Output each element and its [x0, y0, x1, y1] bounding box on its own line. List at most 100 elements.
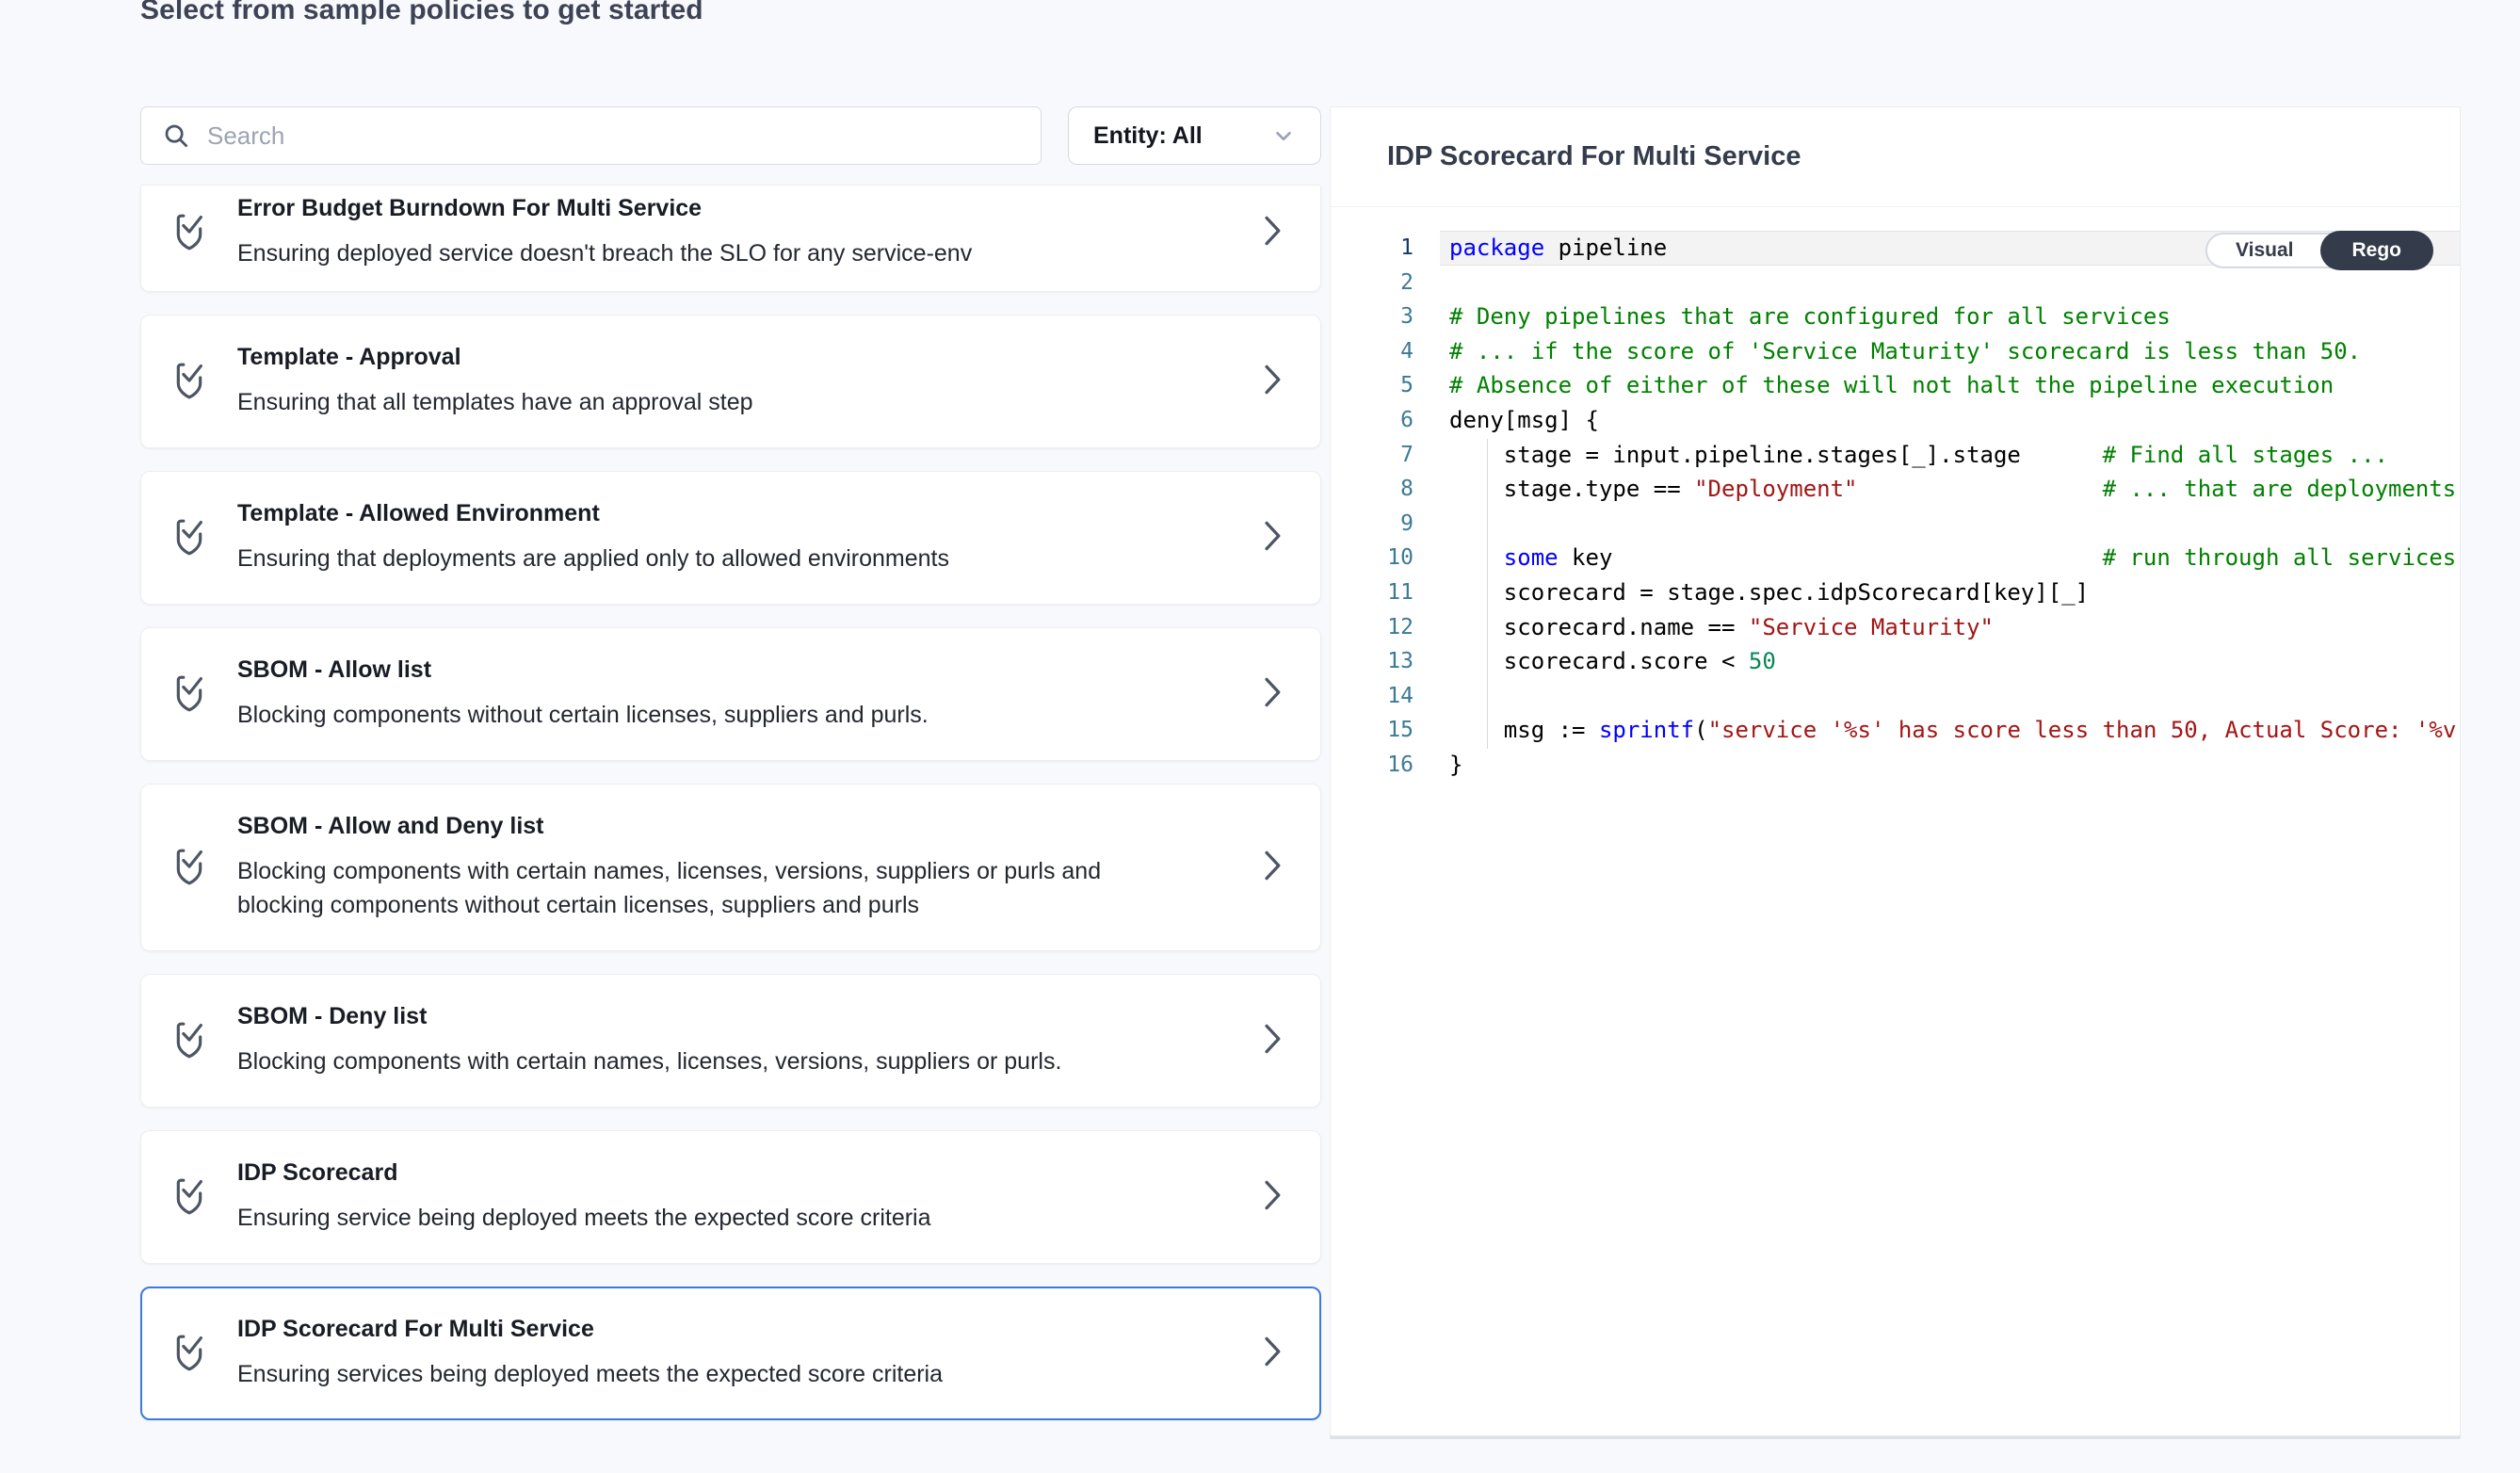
code-line-7: 7 stage = input.pipeline.stages[_].stage… — [1331, 438, 2460, 473]
code-line-14: 14 — [1331, 679, 2460, 714]
toggle-visual-button[interactable]: Visual — [2207, 235, 2321, 267]
policy-description: Ensuring services being deployed meets t… — [237, 1357, 1104, 1391]
policy-title: SBOM - Allow list — [237, 656, 1236, 684]
policy-title: Template - Approval — [237, 344, 1236, 371]
shield-check-icon — [171, 210, 237, 256]
code-line-3: 3# Deny pipelines that are configured fo… — [1331, 299, 2460, 334]
line-content: msg := sprintf("service '%s' has score l… — [1413, 713, 2460, 748]
code-line-15: 15 msg := sprintf("service '%s' has scor… — [1331, 713, 2460, 748]
policy-list: Error Budget Burndown For Multi Service … — [140, 185, 1321, 1420]
line-content: deny[msg] { — [1413, 403, 1599, 438]
shield-check-icon — [171, 1018, 237, 1064]
policy-description: Ensuring service being deployed meets th… — [237, 1201, 1104, 1235]
line-number: 16 — [1331, 748, 1413, 783]
chevron-right-icon[interactable] — [1260, 520, 1284, 557]
policy-browser: Entity: All Error Budget Burndown For Mu… — [140, 106, 1321, 1420]
rego-code-editor[interactable]: 1package pipeline23# Deny pipelines that… — [1331, 207, 2460, 1435]
search-box[interactable] — [140, 106, 1042, 165]
code-line-5: 5# Absence of either of these will not h… — [1331, 368, 2460, 403]
code-line-4: 4# ... if the score of 'Service Maturity… — [1331, 334, 2460, 369]
line-number: 10 — [1331, 541, 1413, 575]
line-number: 12 — [1331, 610, 1413, 645]
policy-card-6[interactable]: SBOM - Deny list Blocking components wit… — [140, 974, 1321, 1108]
line-number: 15 — [1331, 713, 1413, 748]
policy-title: IDP Scorecard For Multi Service — [237, 1316, 1236, 1343]
policy-card-text: IDP Scorecard Ensuring service being dep… — [237, 1159, 1236, 1235]
line-content: package pipeline — [1413, 231, 1667, 266]
line-content: stage.type == "Deployment" # ... that ar… — [1413, 472, 2456, 507]
line-content: scorecard = stage.spec.idpScorecard[key]… — [1413, 575, 2089, 610]
line-content: # Deny pipelines that are configured for… — [1413, 299, 2171, 334]
toggle-rego-button[interactable]: Rego — [2320, 231, 2434, 270]
code-line-9: 9 — [1331, 507, 2460, 542]
policy-title: SBOM - Allow and Deny list — [237, 813, 1236, 840]
line-number: 11 — [1331, 575, 1413, 610]
line-content: } — [1413, 748, 1462, 783]
policy-card-2[interactable]: Template - Approval Ensuring that all te… — [140, 315, 1321, 448]
policy-title: Error Budget Burndown For Multi Service — [237, 195, 1236, 222]
policy-description: Ensuring that deployments are applied on… — [237, 542, 1104, 575]
shield-check-icon — [171, 845, 237, 891]
line-number: 4 — [1331, 334, 1413, 369]
policy-title: Template - Allowed Environment — [237, 500, 1236, 527]
view-mode-toggle[interactable]: Visual Rego — [2205, 233, 2433, 268]
policy-card-8[interactable]: IDP Scorecard For Multi Service Ensuring… — [140, 1287, 1321, 1420]
code-line-16: 16} — [1331, 748, 2460, 783]
shield-check-icon — [171, 1174, 237, 1221]
code-line-10: 10 some key # run through all services — [1331, 541, 2460, 575]
policy-description: Ensuring that all templates have an appr… — [237, 385, 1104, 419]
policy-title: IDP Scorecard — [237, 1159, 1236, 1187]
line-content — [1413, 507, 1449, 542]
line-content: some key # run through all services — [1413, 541, 2456, 575]
policy-card-7[interactable]: IDP Scorecard Ensuring service being dep… — [140, 1130, 1321, 1264]
chevron-down-icon — [1271, 123, 1296, 148]
code-line-13: 13 scorecard.score < 50 — [1331, 644, 2460, 679]
line-content: scorecard.score < 50 — [1413, 644, 1776, 679]
chevron-right-icon[interactable] — [1260, 1023, 1284, 1060]
line-number: 9 — [1331, 507, 1413, 542]
policy-preview-panel: IDP Scorecard For Multi Service 1package… — [1330, 106, 2461, 1436]
line-number: 3 — [1331, 299, 1413, 334]
shield-check-icon — [171, 672, 237, 718]
policy-card-text: SBOM - Allow list Blocking components wi… — [237, 656, 1236, 732]
preview-header: IDP Scorecard For Multi Service — [1331, 107, 2460, 207]
page-title: Select from sample policies to get start… — [140, 0, 703, 26]
code-line-2: 2 — [1331, 266, 2460, 300]
policy-description: Ensuring deployed service doesn't breach… — [237, 236, 1104, 270]
line-number: 13 — [1331, 644, 1413, 679]
policy-card-1[interactable]: Error Budget Burndown For Multi Service … — [140, 185, 1321, 292]
line-number: 14 — [1331, 679, 1413, 714]
line-number: 5 — [1331, 368, 1413, 403]
line-content: scorecard.name == "Service Maturity" — [1413, 610, 1994, 645]
policy-card-5[interactable]: SBOM - Allow and Deny list Blocking comp… — [140, 784, 1321, 951]
code-line-6: 6deny[msg] { — [1331, 403, 2460, 438]
chevron-right-icon[interactable] — [1260, 364, 1284, 400]
shield-check-icon — [171, 359, 237, 405]
chevron-right-icon[interactable] — [1260, 676, 1284, 713]
policy-card-text: Error Budget Burndown For Multi Service … — [237, 195, 1236, 270]
chevron-right-icon[interactable] — [1260, 1179, 1284, 1216]
line-number: 7 — [1331, 438, 1413, 473]
code-line-12: 12 scorecard.name == "Service Maturity" — [1331, 610, 2460, 645]
policy-card-4[interactable]: SBOM - Allow list Blocking components wi… — [140, 627, 1321, 761]
line-content — [1413, 266, 1449, 300]
chevron-right-icon[interactable] — [1260, 215, 1284, 251]
code-line-11: 11 scorecard = stage.spec.idpScorecard[k… — [1331, 575, 2460, 610]
chevron-right-icon[interactable] — [1260, 1335, 1284, 1372]
chevron-right-icon[interactable] — [1260, 850, 1284, 886]
search-icon — [162, 121, 190, 150]
policy-card-text: Template - Allowed Environment Ensuring … — [237, 500, 1236, 575]
search-input[interactable] — [207, 121, 1020, 151]
list-controls: Entity: All — [140, 106, 1321, 165]
policy-description: Blocking components without certain lice… — [237, 698, 1104, 732]
policy-card-text: SBOM - Allow and Deny list Blocking comp… — [237, 813, 1236, 922]
line-content: # Absence of either of these will not ha… — [1413, 368, 2334, 403]
policy-description: Blocking components with certain names, … — [237, 1044, 1104, 1078]
entity-filter-dropdown[interactable]: Entity: All — [1068, 106, 1321, 165]
policy-card-text: SBOM - Deny list Blocking components wit… — [237, 1003, 1236, 1078]
line-content — [1413, 679, 1449, 714]
policy-card-3[interactable]: Template - Allowed Environment Ensuring … — [140, 471, 1321, 605]
policy-title: SBOM - Deny list — [237, 1003, 1236, 1030]
entity-filter-label: Entity: All — [1093, 122, 1203, 150]
line-content: # ... if the score of 'Service Maturity'… — [1413, 334, 2361, 369]
